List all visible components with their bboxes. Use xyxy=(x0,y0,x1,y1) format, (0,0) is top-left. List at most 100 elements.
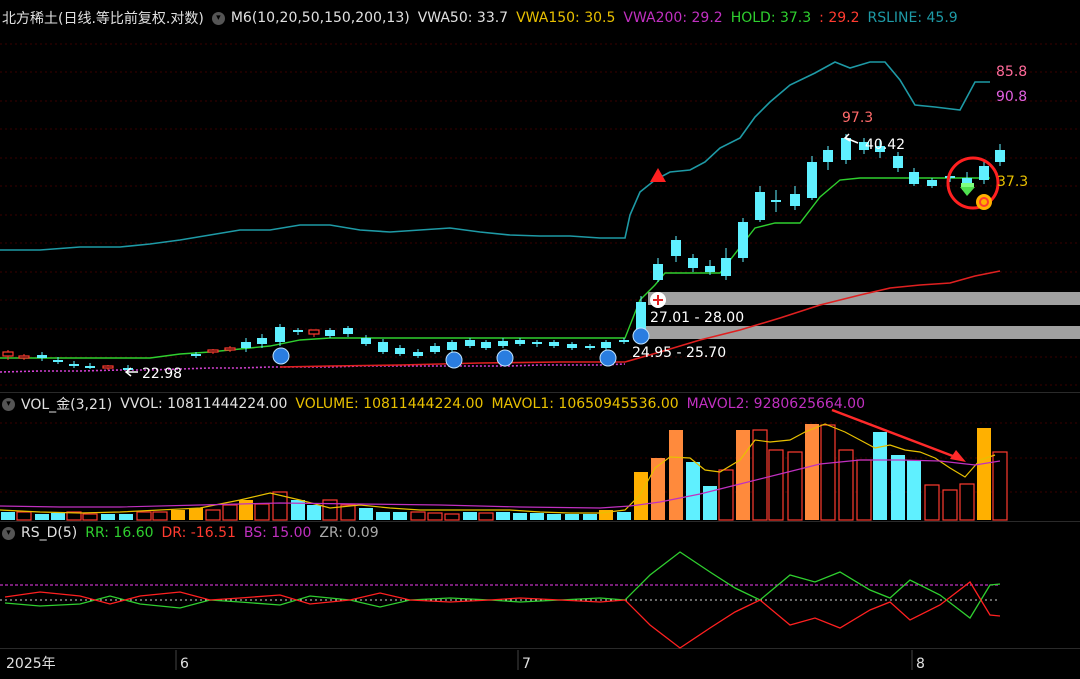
candle-body[interactable] xyxy=(771,200,781,202)
volume-bar[interactable] xyxy=(205,509,221,521)
volume-bar[interactable] xyxy=(376,512,390,520)
volume-bar[interactable] xyxy=(119,514,133,520)
volume-bar[interactable] xyxy=(942,489,958,521)
candle-body[interactable] xyxy=(688,258,698,268)
volume-bar[interactable] xyxy=(669,430,683,520)
candle-body[interactable] xyxy=(601,342,611,348)
candle-body[interactable] xyxy=(636,302,646,330)
volume-bar[interactable] xyxy=(496,512,510,520)
volume-bar[interactable] xyxy=(222,504,238,521)
candle-body[interactable] xyxy=(532,342,542,344)
candle-body[interactable] xyxy=(549,342,559,346)
volume-bar[interactable] xyxy=(444,513,460,521)
candle-body[interactable] xyxy=(893,156,903,168)
volume-bar[interactable] xyxy=(239,500,253,520)
volume-bar[interactable] xyxy=(752,429,768,521)
volume-bar[interactable] xyxy=(959,483,975,521)
candle-body[interactable] xyxy=(224,347,236,351)
candle-body[interactable] xyxy=(653,264,663,280)
candle-body[interactable] xyxy=(102,365,114,369)
candle-body[interactable] xyxy=(671,240,681,256)
candle-body[interactable] xyxy=(465,340,475,346)
candle-body[interactable] xyxy=(361,338,371,344)
candle-body[interactable] xyxy=(191,354,201,356)
volume-bar[interactable] xyxy=(136,511,152,521)
volume-bar[interactable] xyxy=(924,484,940,521)
volume-bar[interactable] xyxy=(513,513,527,520)
candle-body[interactable] xyxy=(619,340,629,342)
candle-body[interactable] xyxy=(18,355,30,359)
candle-body[interactable] xyxy=(53,360,63,362)
candle-body[interactable] xyxy=(395,348,405,354)
candle-body[interactable] xyxy=(755,192,765,220)
candle-body[interactable] xyxy=(498,341,508,346)
candle-body[interactable] xyxy=(430,346,440,352)
volume-bar[interactable] xyxy=(565,514,579,520)
volume-bar[interactable] xyxy=(427,512,443,521)
kline-chart[interactable]: 22.98 27.01 - 28.00 24.95 - 25.70 40.42 … xyxy=(0,0,1080,679)
volume-bar[interactable] xyxy=(583,514,597,520)
candle-body[interactable] xyxy=(721,258,731,276)
candle-body[interactable] xyxy=(378,342,388,352)
candle-body[interactable] xyxy=(241,342,251,348)
volume-bar[interactable] xyxy=(82,513,98,521)
volume-bar[interactable] xyxy=(359,508,373,520)
volume-bar[interactable] xyxy=(463,512,477,520)
candle-body[interactable] xyxy=(343,328,353,334)
support-zone[interactable] xyxy=(636,326,1080,339)
candle-body[interactable] xyxy=(308,329,320,335)
volume-bar[interactable] xyxy=(547,514,561,520)
candle-body[interactable] xyxy=(481,342,491,348)
candle-body[interactable] xyxy=(413,352,423,356)
volume-bar[interactable] xyxy=(686,462,700,520)
candle-body[interactable] xyxy=(2,351,14,357)
volume-bar[interactable] xyxy=(189,508,203,520)
candle-body[interactable] xyxy=(927,180,937,186)
candle-body[interactable] xyxy=(447,342,457,350)
volume-bar[interactable] xyxy=(410,511,426,521)
volume-bar[interactable] xyxy=(530,513,544,520)
volume-bar[interactable] xyxy=(393,512,407,520)
candle-body[interactable] xyxy=(207,349,219,353)
volume-bar[interactable] xyxy=(101,514,115,520)
volume-bar[interactable] xyxy=(820,424,836,521)
candle-body[interactable] xyxy=(979,166,989,180)
volume-bar[interactable] xyxy=(307,505,321,520)
plus-icon[interactable] xyxy=(650,292,666,308)
candle-body[interactable] xyxy=(705,266,715,272)
volume-bar[interactable] xyxy=(768,449,784,521)
volume-bar[interactable] xyxy=(651,458,665,520)
volume-bar[interactable] xyxy=(907,460,921,520)
volume-bar[interactable] xyxy=(152,511,168,521)
volume-bar[interactable] xyxy=(736,430,750,520)
candle-body[interactable] xyxy=(69,364,79,366)
volume-bar[interactable] xyxy=(254,503,270,521)
candle-body[interactable] xyxy=(909,172,919,184)
volume-bar[interactable] xyxy=(718,469,734,521)
candle-body[interactable] xyxy=(995,150,1005,162)
volume-bar[interactable] xyxy=(634,472,648,520)
volume-bar[interactable] xyxy=(16,511,32,521)
candle-body[interactable] xyxy=(567,344,577,348)
candle-body[interactable] xyxy=(325,330,335,336)
volume-bar[interactable] xyxy=(171,510,185,520)
volume-bar[interactable] xyxy=(977,428,991,520)
volume-bar[interactable] xyxy=(787,451,803,521)
volume-bar[interactable] xyxy=(805,424,819,520)
volume-bar[interactable] xyxy=(51,513,65,520)
candle-body[interactable] xyxy=(37,355,47,358)
volume-bar[interactable] xyxy=(617,512,631,520)
volume-bar[interactable] xyxy=(891,455,905,520)
candle-body[interactable] xyxy=(807,162,817,198)
candle-body[interactable] xyxy=(515,340,525,344)
candle-body[interactable] xyxy=(823,150,833,162)
candle-body[interactable] xyxy=(790,194,800,206)
volume-bar[interactable] xyxy=(478,512,494,521)
volume-bar[interactable] xyxy=(35,514,49,520)
candle-body[interactable] xyxy=(293,330,303,332)
candle-body[interactable] xyxy=(275,327,285,342)
volume-bar[interactable] xyxy=(873,432,887,520)
candle-body[interactable] xyxy=(85,366,95,368)
candle-body[interactable] xyxy=(738,222,748,258)
volume-bar[interactable] xyxy=(856,459,872,521)
